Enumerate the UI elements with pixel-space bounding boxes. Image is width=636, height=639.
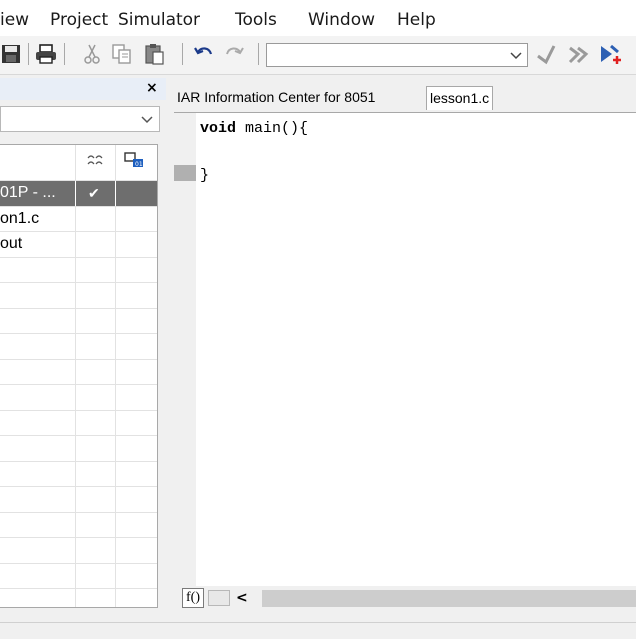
workspace-file-table: 01 01P - ... ✔ on1.c out <box>0 144 158 608</box>
horizontal-scrollbar-thumb[interactable] <box>262 590 636 607</box>
workspace-panel: × 01 01P - ... ✔ on1.c out <box>0 78 166 612</box>
table-row <box>0 283 157 309</box>
undo-icon[interactable] <box>192 42 216 66</box>
workspace-config-select[interactable] <box>0 106 160 132</box>
table-row <box>0 461 157 487</box>
table-row[interactable]: 01P - ... ✔ <box>0 181 157 207</box>
table-header: 01 <box>0 145 157 181</box>
table-row <box>0 487 157 513</box>
code-line: } <box>200 166 209 186</box>
file-name: out <box>0 235 23 252</box>
editor-tabs: IAR Information Center for 8051 lesson1.… <box>174 84 636 112</box>
table-row <box>0 257 157 283</box>
chevron-down-icon[interactable] <box>509 48 523 62</box>
table-row[interactable]: out <box>0 232 157 258</box>
code-keyword: void <box>200 120 237 137</box>
make-status-icon[interactable] <box>86 153 104 167</box>
table-row <box>0 334 157 360</box>
close-icon[interactable]: × <box>146 80 158 96</box>
chevron-down-icon[interactable] <box>141 113 153 125</box>
editor-gutter <box>174 113 196 587</box>
copy-icon[interactable] <box>110 42 134 66</box>
find-next-icon[interactable] <box>566 42 590 66</box>
table-row <box>0 385 157 411</box>
toolbar-separator <box>182 43 183 65</box>
code-line: void main(){ <box>200 119 308 139</box>
menu-view[interactable]: iew <box>0 8 29 32</box>
table-row[interactable]: on1.c <box>0 206 157 232</box>
table-row <box>0 538 157 564</box>
table-row <box>0 359 157 385</box>
table-row <box>0 589 157 607</box>
print-icon[interactable] <box>34 42 58 66</box>
toolbar-separator <box>64 43 65 65</box>
workspace-header: × <box>0 78 166 100</box>
code-text: } <box>200 167 210 184</box>
table-row <box>0 410 157 436</box>
debug-icon[interactable] <box>598 42 622 66</box>
check-icon: ✔ <box>88 185 100 201</box>
tab-info-center[interactable]: IAR Information Center for 8051 <box>174 86 378 110</box>
file-name: 01P - ... <box>0 184 56 201</box>
toolbar-separator <box>28 43 29 65</box>
code-editor[interactable]: void main(){ } <box>174 112 636 587</box>
table-row <box>0 512 157 538</box>
code-text: main(){ <box>236 120 309 137</box>
file-name: on1.c <box>0 209 40 227</box>
save-all-icon[interactable] <box>0 42 24 66</box>
find-combo[interactable] <box>266 43 528 67</box>
editor-bottom-bar: f() < <box>174 586 636 610</box>
scroll-left-arrow[interactable]: < <box>236 591 248 605</box>
svg-text:01: 01 <box>135 161 143 168</box>
menu-bar: iew Project Simulator Tools Window Help <box>0 0 636 36</box>
menu-window[interactable]: Window <box>308 8 375 32</box>
function-list-button[interactable]: f() <box>182 588 204 608</box>
bookmark-marker <box>174 165 196 181</box>
paste-icon[interactable] <box>142 42 166 66</box>
find-icon[interactable] <box>534 42 558 66</box>
cut-icon[interactable] <box>80 42 104 66</box>
split-box[interactable] <box>208 590 230 606</box>
table-row <box>0 563 157 589</box>
table-row <box>0 308 157 334</box>
options-icon[interactable]: 01 <box>124 151 144 169</box>
toolbar-separator <box>258 43 259 65</box>
menu-project[interactable]: Project <box>50 8 108 32</box>
tab-lesson1[interactable]: lesson1.c <box>426 86 494 110</box>
menu-simulator[interactable]: Simulator <box>118 8 200 32</box>
table-row <box>0 436 157 462</box>
menu-help[interactable]: Help <box>397 8 436 32</box>
menu-tools[interactable]: Tools <box>235 8 277 32</box>
redo-icon[interactable] <box>222 42 246 66</box>
status-bar <box>0 622 636 639</box>
